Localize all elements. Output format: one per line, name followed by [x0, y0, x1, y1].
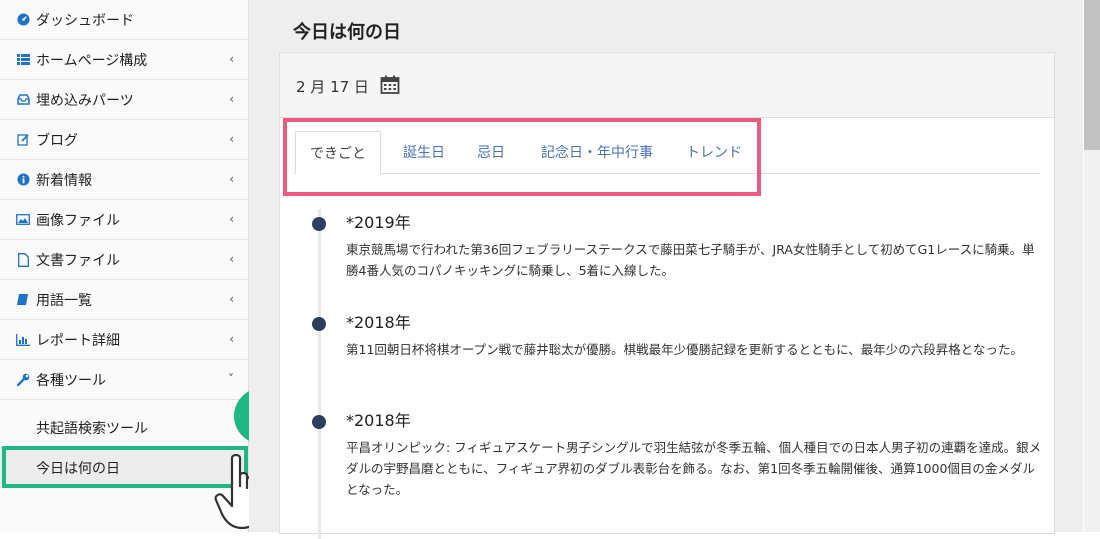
timeline-dot	[312, 415, 326, 429]
chevron-down-icon: ˅	[228, 372, 234, 386]
timeline-dot	[312, 317, 326, 331]
sidebar-item-embed-parts[interactable]: 埋め込みパーツ ‹	[0, 80, 248, 120]
sidebar-item-glossary[interactable]: 用語一覧 ‹	[0, 280, 248, 320]
page-title: 今日は何の日	[293, 22, 401, 43]
sidebar-item-label: レポート詳細	[36, 332, 120, 349]
event-description: 東京競馬場で行われた第36回フェブラリーステークスで藤田菜七子騎手が、JRA女性…	[346, 242, 1035, 278]
timeline-dot	[312, 217, 326, 231]
chevron-left-icon: ‹	[229, 292, 234, 306]
image-icon	[16, 213, 30, 227]
inbox-icon	[16, 93, 30, 107]
chevron-left-icon: ‹	[229, 52, 234, 66]
list-icon	[16, 53, 30, 67]
event-description: 平昌オリンピック: フィギュアスケート男子シングルで羽生結弦が冬季五輪、個人種目…	[346, 440, 1042, 497]
scrollbar-thumb[interactable]	[1084, 0, 1100, 150]
book-icon	[16, 293, 30, 307]
sidebar-item-dashboard[interactable]: ダッシュボード	[0, 0, 248, 40]
sidebar-subitem-cooccurrence-tool[interactable]: 共起語検索ツール	[0, 408, 248, 448]
sidebar-item-label: ダッシュボード	[36, 12, 134, 29]
sidebar-item-homepage[interactable]: ホームページ構成 ‹	[0, 40, 248, 80]
main-content: 今日は何の日 2 月 17 日 できごと 誕生日 忌日 記念日・年中行事 トレン…	[249, 0, 1083, 539]
dashboard-icon	[16, 13, 30, 27]
calendar-icon[interactable]	[380, 75, 400, 99]
sidebar-item-report[interactable]: レポート詳細 ‹	[0, 320, 248, 360]
highlight-frame-pink	[283, 118, 761, 196]
timeline-line	[318, 209, 321, 539]
panel-header: 2 月 17 日	[280, 53, 1054, 118]
edit-icon	[16, 133, 30, 147]
sidebar-item-label: 文書ファイル	[36, 252, 120, 269]
chevron-left-icon: ‹	[229, 332, 234, 346]
sidebar-item-image-files[interactable]: 画像ファイル ‹	[0, 200, 248, 240]
chevron-left-icon: ‹	[229, 92, 234, 106]
sidebar-subitem-label: 共起語検索ツール	[36, 420, 148, 437]
highlight-frame-green	[2, 446, 248, 488]
event-year: *2018年	[346, 313, 411, 332]
sidebar-item-news[interactable]: 新着情報 ‹	[0, 160, 248, 200]
sidebar-item-blog[interactable]: ブログ ‹	[0, 120, 248, 160]
chevron-left-icon: ‹	[229, 172, 234, 186]
sidebar-item-label: ブログ	[36, 132, 78, 149]
bar-chart-icon	[16, 333, 30, 347]
today-panel: 2 月 17 日 できごと 誕生日 忌日 記念日・年中行事 トレンド *2019…	[279, 52, 1055, 539]
event-description: 第11回朝日杯将棋オープン戦で藤井聡太が優勝。棋戦最年少優勝記録を更新するととも…	[346, 342, 1023, 357]
event-year: *2018年	[346, 411, 411, 430]
sidebar-item-document-files[interactable]: 文書ファイル ‹	[0, 240, 248, 280]
sidebar-item-label: 画像ファイル	[36, 212, 120, 229]
file-icon	[16, 252, 30, 267]
date-label: 2 月 17 日	[296, 78, 369, 96]
chevron-left-icon: ‹	[229, 252, 234, 266]
chevron-left-icon: ‹	[229, 132, 234, 146]
sidebar-item-label: 新着情報	[36, 172, 92, 189]
sidebar-item-label: 埋め込みパーツ	[36, 92, 134, 109]
event-year: *2019年	[346, 213, 411, 232]
wrench-icon	[16, 373, 30, 387]
info-icon	[16, 173, 30, 187]
chevron-left-icon: ‹	[229, 212, 234, 226]
sidebar-item-tools[interactable]: 各種ツール ˅	[0, 360, 248, 400]
sidebar-item-label: ホームページ構成	[36, 52, 148, 69]
sidebar-item-label: 用語一覧	[36, 292, 92, 309]
sidebar-item-label: 各種ツール	[36, 372, 106, 389]
